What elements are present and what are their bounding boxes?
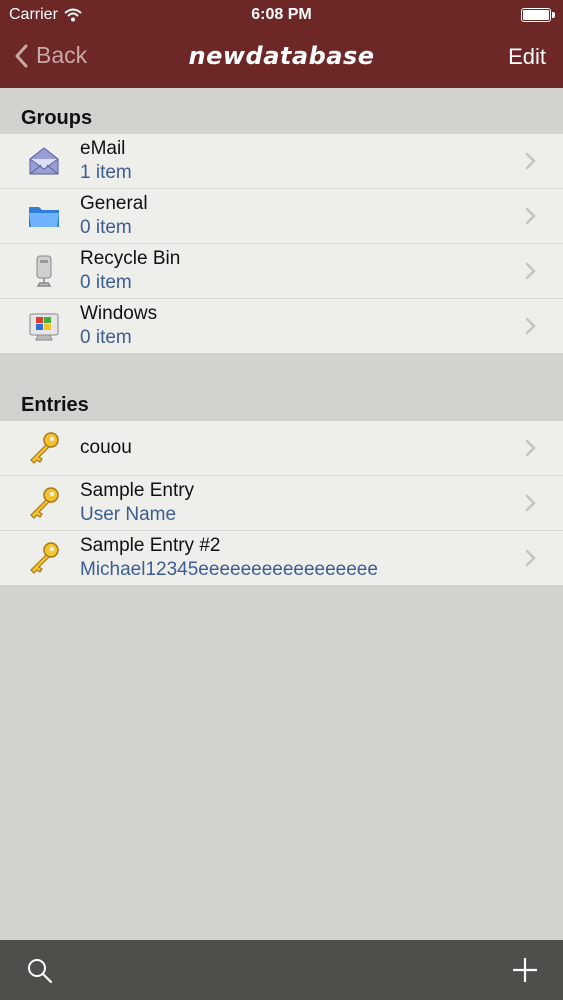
group-name: Recycle Bin: [80, 248, 181, 269]
email-icon: [29, 147, 59, 175]
chevron-right-icon: [525, 494, 536, 512]
bottom-toolbar: [0, 940, 563, 1000]
group-name: Windows: [80, 303, 158, 324]
entries-list: couou Sample Entry User Name Sample Entr…: [0, 421, 563, 585]
entry-title: couou: [80, 437, 132, 458]
group-row-email[interactable]: eMail 1 item: [0, 134, 563, 189]
status-bar: Carrier 6:08 PM: [0, 0, 563, 30]
chevron-right-icon: [525, 439, 536, 457]
chevron-right-icon: [525, 262, 536, 280]
windows-icon: [29, 313, 59, 341]
group-row-windows[interactable]: Windows 0 item: [0, 299, 563, 353]
entry-title: Sample Entry #2: [80, 535, 221, 556]
add-icon[interactable]: [512, 957, 538, 983]
groups-section-header: Groups: [21, 107, 93, 129]
group-name: eMail: [80, 138, 126, 159]
group-row-recycle-bin[interactable]: Recycle Bin 0 item: [0, 244, 563, 299]
navigation-bar: Back newdatabase Edit: [0, 30, 563, 88]
entries-section-header: Entries: [21, 394, 89, 416]
entry-row[interactable]: Sample Entry #2 Michael12345eeeeeeeeeeee…: [0, 531, 563, 585]
group-row-general[interactable]: General 0 item: [0, 189, 563, 244]
group-count: 0 item: [80, 327, 132, 348]
battery-icon: [521, 8, 555, 22]
group-count: 1 item: [80, 162, 132, 183]
group-count: 0 item: [80, 272, 132, 293]
entry-row[interactable]: Sample Entry User Name: [0, 476, 563, 531]
folder-icon: [29, 207, 59, 227]
entry-subtitle: Michael12345eeeeeeeeeeeeeeeee: [80, 559, 378, 580]
entry-title: Sample Entry: [80, 480, 195, 501]
chevron-right-icon: [525, 549, 536, 567]
key-icon: [30, 542, 59, 574]
group-count: 0 item: [80, 217, 132, 238]
app-header: Carrier 6:08 PM Back newdatabase Edit: [0, 0, 563, 88]
chevron-right-icon: [525, 207, 536, 225]
entry-row[interactable]: couou: [0, 421, 563, 476]
chevron-right-icon: [525, 317, 536, 335]
recycle-bin-icon: [36, 255, 52, 287]
entry-subtitle: User Name: [80, 504, 177, 525]
groups-list: eMail 1 item General 0 item Recycle Bin …: [0, 134, 563, 353]
page-title: newdatabase: [188, 42, 375, 70]
chevron-right-icon: [525, 152, 536, 170]
group-name: General: [80, 193, 148, 214]
edit-button[interactable]: Edit: [508, 44, 546, 70]
key-icon: [30, 487, 59, 519]
key-icon: [30, 432, 59, 464]
search-icon[interactable]: [26, 957, 54, 985]
clock: 6:08 PM: [251, 6, 312, 23]
